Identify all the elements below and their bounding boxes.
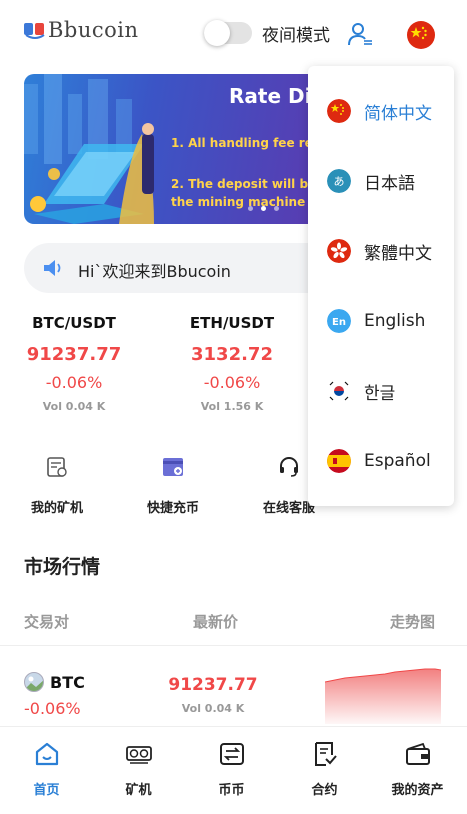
home-icon (35, 742, 58, 766)
tab-label: 币币 (218, 783, 245, 798)
trend-sparkline (325, 668, 441, 724)
column-header-price: 最新价 (193, 613, 239, 631)
miner-list-icon (47, 457, 67, 477)
svg-text:あ: あ (334, 175, 345, 188)
language-option-zh-tw[interactable]: 繁體中文 (308, 221, 454, 281)
spain-flag-icon (327, 449, 351, 473)
tab-label: 合约 (311, 783, 338, 798)
korea-flag-icon (327, 379, 351, 403)
english-flag-icon: En (327, 309, 351, 333)
language-option-en[interactable]: En English (308, 291, 454, 351)
tab-contract[interactable]: 合约 (278, 741, 371, 798)
ticker-change: -0.06% (203, 373, 261, 392)
language-option-zh-cn[interactable]: 简体中文 (308, 81, 454, 141)
night-mode-toggle[interactable] (204, 20, 252, 46)
contract-icon (314, 742, 337, 766)
tab-my-assets[interactable]: 我的资产 (371, 741, 464, 798)
logo-text: Bbucoin (48, 18, 139, 42)
ticker-card[interactable]: ETH/USDT 3132.72 -0.06% Vol 1.56 K (172, 314, 292, 413)
language-label: 日本語 (364, 173, 415, 194)
tab-label: 我的资产 (391, 783, 444, 798)
quick-link-label: 我的矿机 (30, 501, 83, 516)
column-header-pair: 交易对 (24, 613, 70, 631)
ticker-card[interactable]: BTC/USDT 91237.77 -0.06% Vol 0.04 K (14, 314, 134, 413)
ticker-price: 91237.77 (26, 344, 122, 365)
ticker-change: -0.06% (45, 373, 103, 392)
language-option-ko[interactable]: 한글 (308, 361, 454, 421)
quick-link-my-miners[interactable]: 我的矿机 (7, 455, 107, 516)
japanese-flag-icon: あ (327, 169, 351, 193)
ticker-pair: BTC/USDT (32, 314, 116, 332)
language-label: 한글 (364, 383, 396, 404)
quick-deposit-icon (163, 458, 183, 476)
tab-miners[interactable]: 矿机 (92, 741, 185, 798)
market-row-coin: BTC (24, 672, 85, 692)
coin-price: 91237.77 (168, 675, 258, 695)
svg-text:En: En (332, 317, 346, 328)
coin-change: -0.06% (24, 699, 81, 718)
coin-avatar-icon (24, 672, 44, 692)
pagination-dot-active[interactable] (261, 206, 266, 211)
language-label: 简体中文 (364, 103, 432, 124)
mining-rig-icon (125, 746, 152, 764)
language-dropdown-menu: 简体中文 あ 日本語 繁體中文 En English 한글 Español (308, 66, 454, 506)
night-mode-label: 夜间模式 (262, 26, 330, 46)
banner-pagination (248, 206, 279, 211)
pagination-dot[interactable] (274, 206, 279, 211)
tab-label: 首页 (33, 783, 60, 798)
divider (0, 645, 467, 646)
app-header: Bbucoin 夜间模式 (0, 0, 467, 66)
ticker-volume: Vol 1.56 K (200, 400, 264, 413)
user-profile-icon[interactable] (346, 20, 374, 48)
announcement-bar[interactable]: Hi`欢迎来到Bbucoin (24, 243, 334, 293)
ticker-pair: ETH/USDT (189, 314, 275, 332)
banner-line-1: 1. All handling fee redu (171, 136, 324, 150)
coin-volume: Vol 0.04 K (181, 702, 245, 715)
exchange-icon (219, 743, 244, 765)
ticker-volume: Vol 0.04 K (42, 400, 106, 413)
pagination-dot[interactable] (248, 206, 253, 211)
banner-line-2: 2. The deposit will be r (171, 177, 324, 191)
china-flag-icon (327, 99, 351, 123)
hongkong-flag-icon (327, 239, 351, 263)
column-header-trend: 走势图 (390, 613, 436, 631)
app-logo: Bbucoin (24, 18, 139, 42)
language-flag-button[interactable] (406, 20, 436, 50)
ticker-price: 3132.72 (191, 344, 273, 365)
tab-label: 矿机 (125, 783, 152, 798)
toggle-knob (204, 20, 230, 46)
headset-icon (280, 457, 298, 477)
language-label: Español (364, 451, 431, 471)
bottom-tab-bar: 首页 矿机 币币 合约 我的资产 (0, 726, 467, 814)
speaker-icon (44, 260, 61, 276)
promo-banner[interactable]: Rate Dis 1. All handling fee redu 2. The… (24, 74, 324, 224)
tab-home[interactable]: 首页 (0, 741, 93, 798)
language-option-es[interactable]: Español (308, 431, 454, 491)
coin-name: BTC (50, 672, 85, 692)
tab-spot[interactable]: 币币 (185, 741, 278, 798)
language-option-ja[interactable]: あ 日本語 (308, 151, 454, 211)
quick-link-label: 快捷充币 (146, 501, 199, 516)
language-label: English (364, 311, 426, 331)
announcement-text: Hi`欢迎来到Bbucoin (78, 262, 231, 281)
quick-link-quick-deposit[interactable]: 快捷充币 (123, 455, 223, 516)
language-label: 繁體中文 (364, 243, 432, 264)
wallet-icon (405, 742, 430, 765)
logo-mark-icon (24, 23, 45, 39)
market-section-title: 市场行情 (24, 556, 101, 578)
